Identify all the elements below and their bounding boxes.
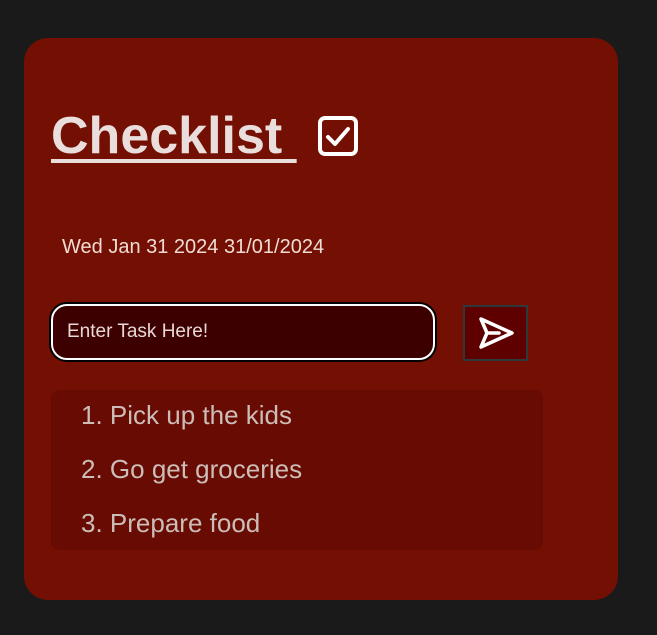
title-row: Checklist: [51, 106, 359, 166]
task-item[interactable]: 1. Pick up the kids: [81, 400, 292, 430]
checkbox-checked-icon: [317, 115, 359, 157]
task-item[interactable]: 3. Prepare food: [81, 508, 260, 538]
date-display: Wed Jan 31 2024 31/01/2024: [62, 236, 325, 258]
send-icon: [477, 316, 515, 350]
task-list: 1. Pick up the kids 2. Go get groceries …: [51, 390, 543, 550]
checklist-card: Checklist Wed Jan 31 2024 31/01/2024 1. …: [24, 38, 618, 600]
task-item[interactable]: 2. Go get groceries: [81, 454, 302, 484]
page-title: Checklist: [51, 107, 297, 165]
task-input[interactable]: [51, 304, 435, 360]
send-button[interactable]: [463, 305, 528, 361]
